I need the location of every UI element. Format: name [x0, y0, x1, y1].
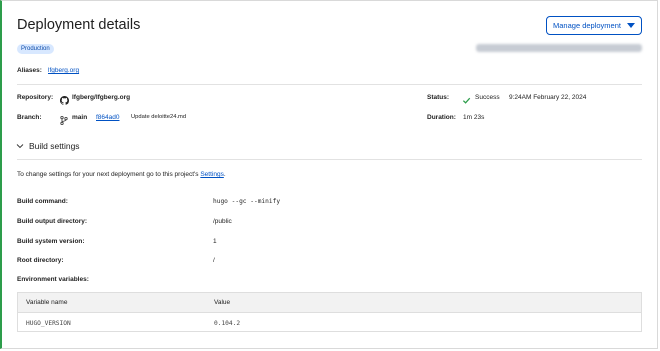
- chevron-down-icon: [16, 144, 24, 149]
- build-output-value: /public: [213, 218, 232, 225]
- environment-badge: Production: [17, 44, 54, 54]
- duration-value: 1m 23s: [463, 114, 485, 121]
- github-icon: [60, 92, 70, 110]
- repository-label: Repository:: [17, 94, 54, 101]
- root-directory-value: /: [213, 257, 215, 264]
- status-time: 9:24AM February 22, 2024: [509, 94, 587, 101]
- column-header-variable-name: Variable name: [26, 299, 68, 306]
- environment-variables-label: Environment variables:: [17, 276, 89, 283]
- commit-message: Update deloitte24.md: [131, 114, 187, 120]
- branch-name: main: [72, 114, 88, 121]
- commit-link[interactable]: f864ad0: [96, 114, 120, 121]
- settings-note-suffix: .: [223, 171, 226, 178]
- build-command-label: Build command:: [17, 198, 68, 205]
- check-icon: [462, 92, 471, 110]
- build-system-value: 1: [213, 238, 217, 245]
- build-system-label: Build system version:: [17, 238, 85, 245]
- build-output-label: Build output directory:: [17, 218, 88, 225]
- divider: [17, 159, 642, 160]
- env-var-name: HUGO_VERSION: [26, 320, 71, 327]
- settings-note: To change settings for your next deploym…: [17, 171, 226, 178]
- build-command-value: hugo --gc --minify: [213, 198, 281, 205]
- manage-deployment-button[interactable]: Manage deployment: [546, 16, 642, 35]
- environment-variables-table: Variable name Value HUGO_VERSION 0.104.2: [17, 292, 642, 332]
- env-var-value: 0.104.2: [214, 320, 241, 327]
- settings-note-text: To change settings for your next deploym…: [17, 171, 201, 178]
- branch-label: Branch:: [17, 114, 42, 121]
- duration-label: Duration:: [427, 114, 456, 121]
- settings-link[interactable]: Settings: [200, 171, 224, 178]
- manage-deployment-label: Manage deployment: [553, 21, 621, 30]
- status-label: Status:: [427, 94, 450, 101]
- column-header-value: Value: [214, 299, 231, 306]
- table-header: [18, 293, 641, 313]
- build-settings-title: Build settings: [29, 141, 80, 151]
- root-directory-label: Root directory:: [17, 257, 64, 264]
- repository-value[interactable]: lfgberg/lfgberg.org: [72, 94, 130, 101]
- page-title: Deployment details: [17, 17, 141, 33]
- build-settings-toggle[interactable]: Build settings: [16, 141, 80, 151]
- caret-down-icon: [626, 23, 635, 28]
- status-value: Success: [475, 94, 500, 101]
- divider: [17, 84, 642, 85]
- deployment-url-blurred[interactable]: [476, 44, 642, 52]
- aliases-label: Aliases:: [17, 67, 42, 74]
- alias-link[interactable]: lfgberg.org: [48, 67, 79, 74]
- branch-icon: [60, 112, 68, 130]
